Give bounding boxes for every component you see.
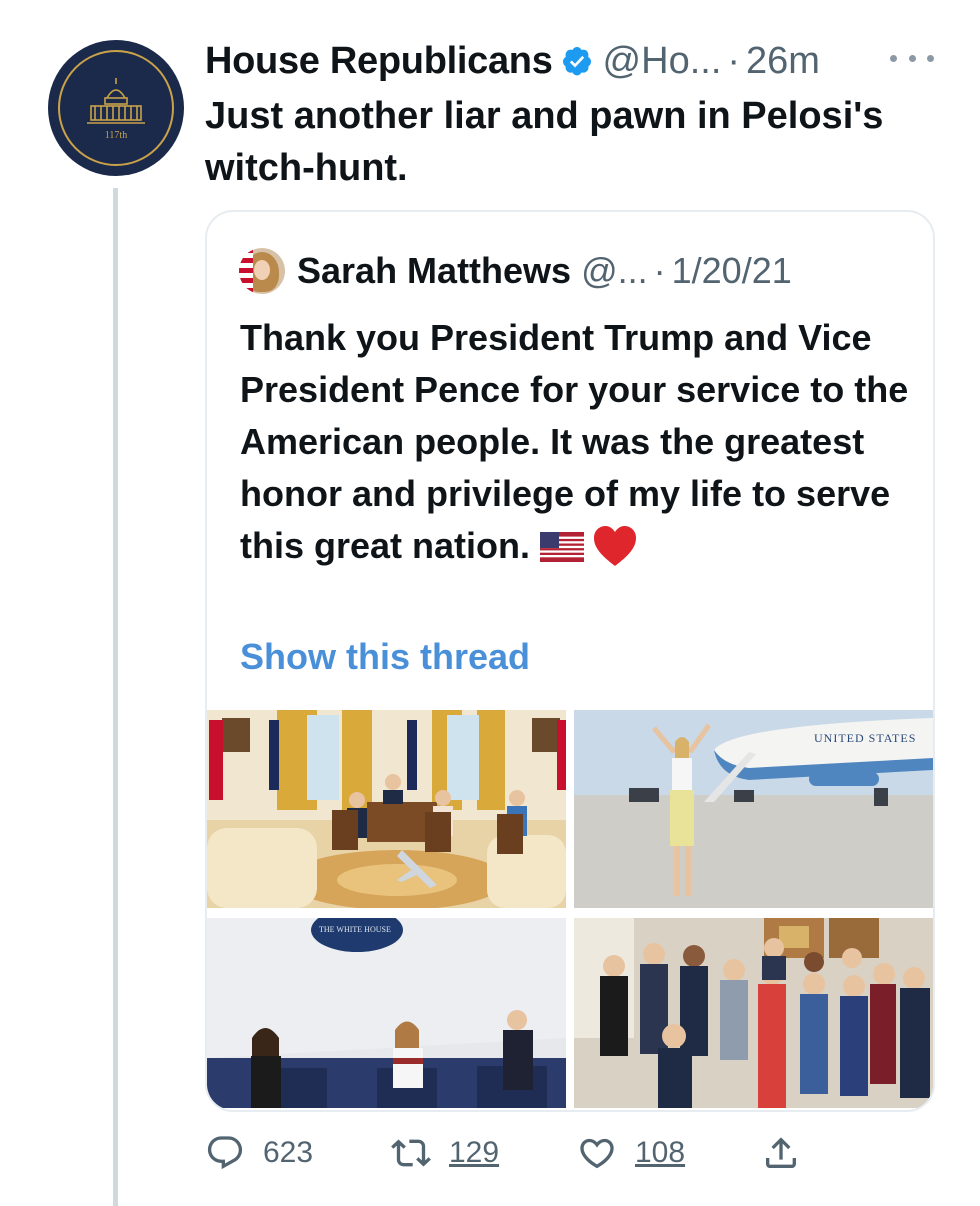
us-flag-emoji <box>540 532 585 562</box>
tweet-text: Just another liar and pawn in Pelosi's w… <box>205 95 884 189</box>
quoted-author-handle[interactable]: @... <box>581 250 648 292</box>
more-options-icon[interactable] <box>890 48 934 68</box>
avatar-face <box>254 260 270 280</box>
plane-fuselage-text: UNITED STATES <box>814 731 916 745</box>
author-name[interactable]: House Republicans <box>205 40 553 83</box>
avatar-label: 117th <box>104 129 128 141</box>
sarah-matthews-avatar[interactable] <box>239 248 285 294</box>
retweet-icon <box>391 1139 431 1167</box>
oval-office-photo[interactable] <box>207 710 566 908</box>
photo-grid: UNITED STATES THE WHITE HOUSE <box>207 710 933 1110</box>
quoted-author-name[interactable]: Sarah Matthews <box>297 250 571 292</box>
avatar-seal: 117th <box>58 50 174 166</box>
like-count[interactable]: 108 <box>635 1136 685 1170</box>
briefing-room-photo[interactable]: THE WHITE HOUSE <box>207 918 566 1108</box>
show-thread-link[interactable]: Show this thread <box>240 636 530 678</box>
thread-connector-line <box>113 188 118 1206</box>
reply-count: 623 <box>263 1136 314 1169</box>
quoted-tweet-text: Thank you President Trump and Vice Presi… <box>240 317 909 566</box>
retweet-button[interactable]: 129 <box>391 1128 499 1178</box>
reply-button[interactable]: 623 <box>205 1128 313 1178</box>
tweet-actions: 623 129 108 <box>205 1128 825 1178</box>
tweet-header: House Republicans @Ho... · 26m <box>205 36 820 86</box>
tweet-timestamp[interactable]: 26m <box>746 40 820 83</box>
capitol-dome-icon <box>87 77 145 124</box>
reply-icon <box>207 1136 243 1170</box>
share-button[interactable] <box>761 1128 801 1178</box>
house-republicans-avatar[interactable]: 117th <box>48 40 184 176</box>
avatar-flag <box>239 248 253 294</box>
verified-badge-icon <box>562 47 591 76</box>
quoted-tweet-date[interactable]: 1/20/21 <box>672 250 792 292</box>
like-button[interactable]: 108 <box>577 1128 685 1178</box>
share-icon <box>766 1137 796 1168</box>
quoted-header-separator: · <box>653 250 666 291</box>
more-dot <box>927 54 934 62</box>
like-icon <box>580 1138 614 1169</box>
header-separator: · <box>727 39 741 82</box>
quoted-tweet-text-block: Thank you President Trump and Vice Presi… <box>240 312 910 572</box>
more-dot <box>890 54 897 62</box>
group-staff-photo[interactable] <box>574 918 933 1108</box>
author-handle[interactable]: @Ho... <box>603 40 722 83</box>
more-dot <box>908 54 916 62</box>
quoted-tweet-header: Sarah Matthews @... · 1/20/21 <box>239 246 792 296</box>
red-heart-emoji <box>594 526 637 566</box>
air-force-one-photo[interactable]: UNITED STATES <box>574 710 933 908</box>
quoted-tweet[interactable]: Sarah Matthews @... · 1/20/21 Thank you … <box>205 210 935 1112</box>
seal-text: THE WHITE HOUSE <box>319 925 391 934</box>
retweet-count[interactable]: 129 <box>449 1136 499 1170</box>
